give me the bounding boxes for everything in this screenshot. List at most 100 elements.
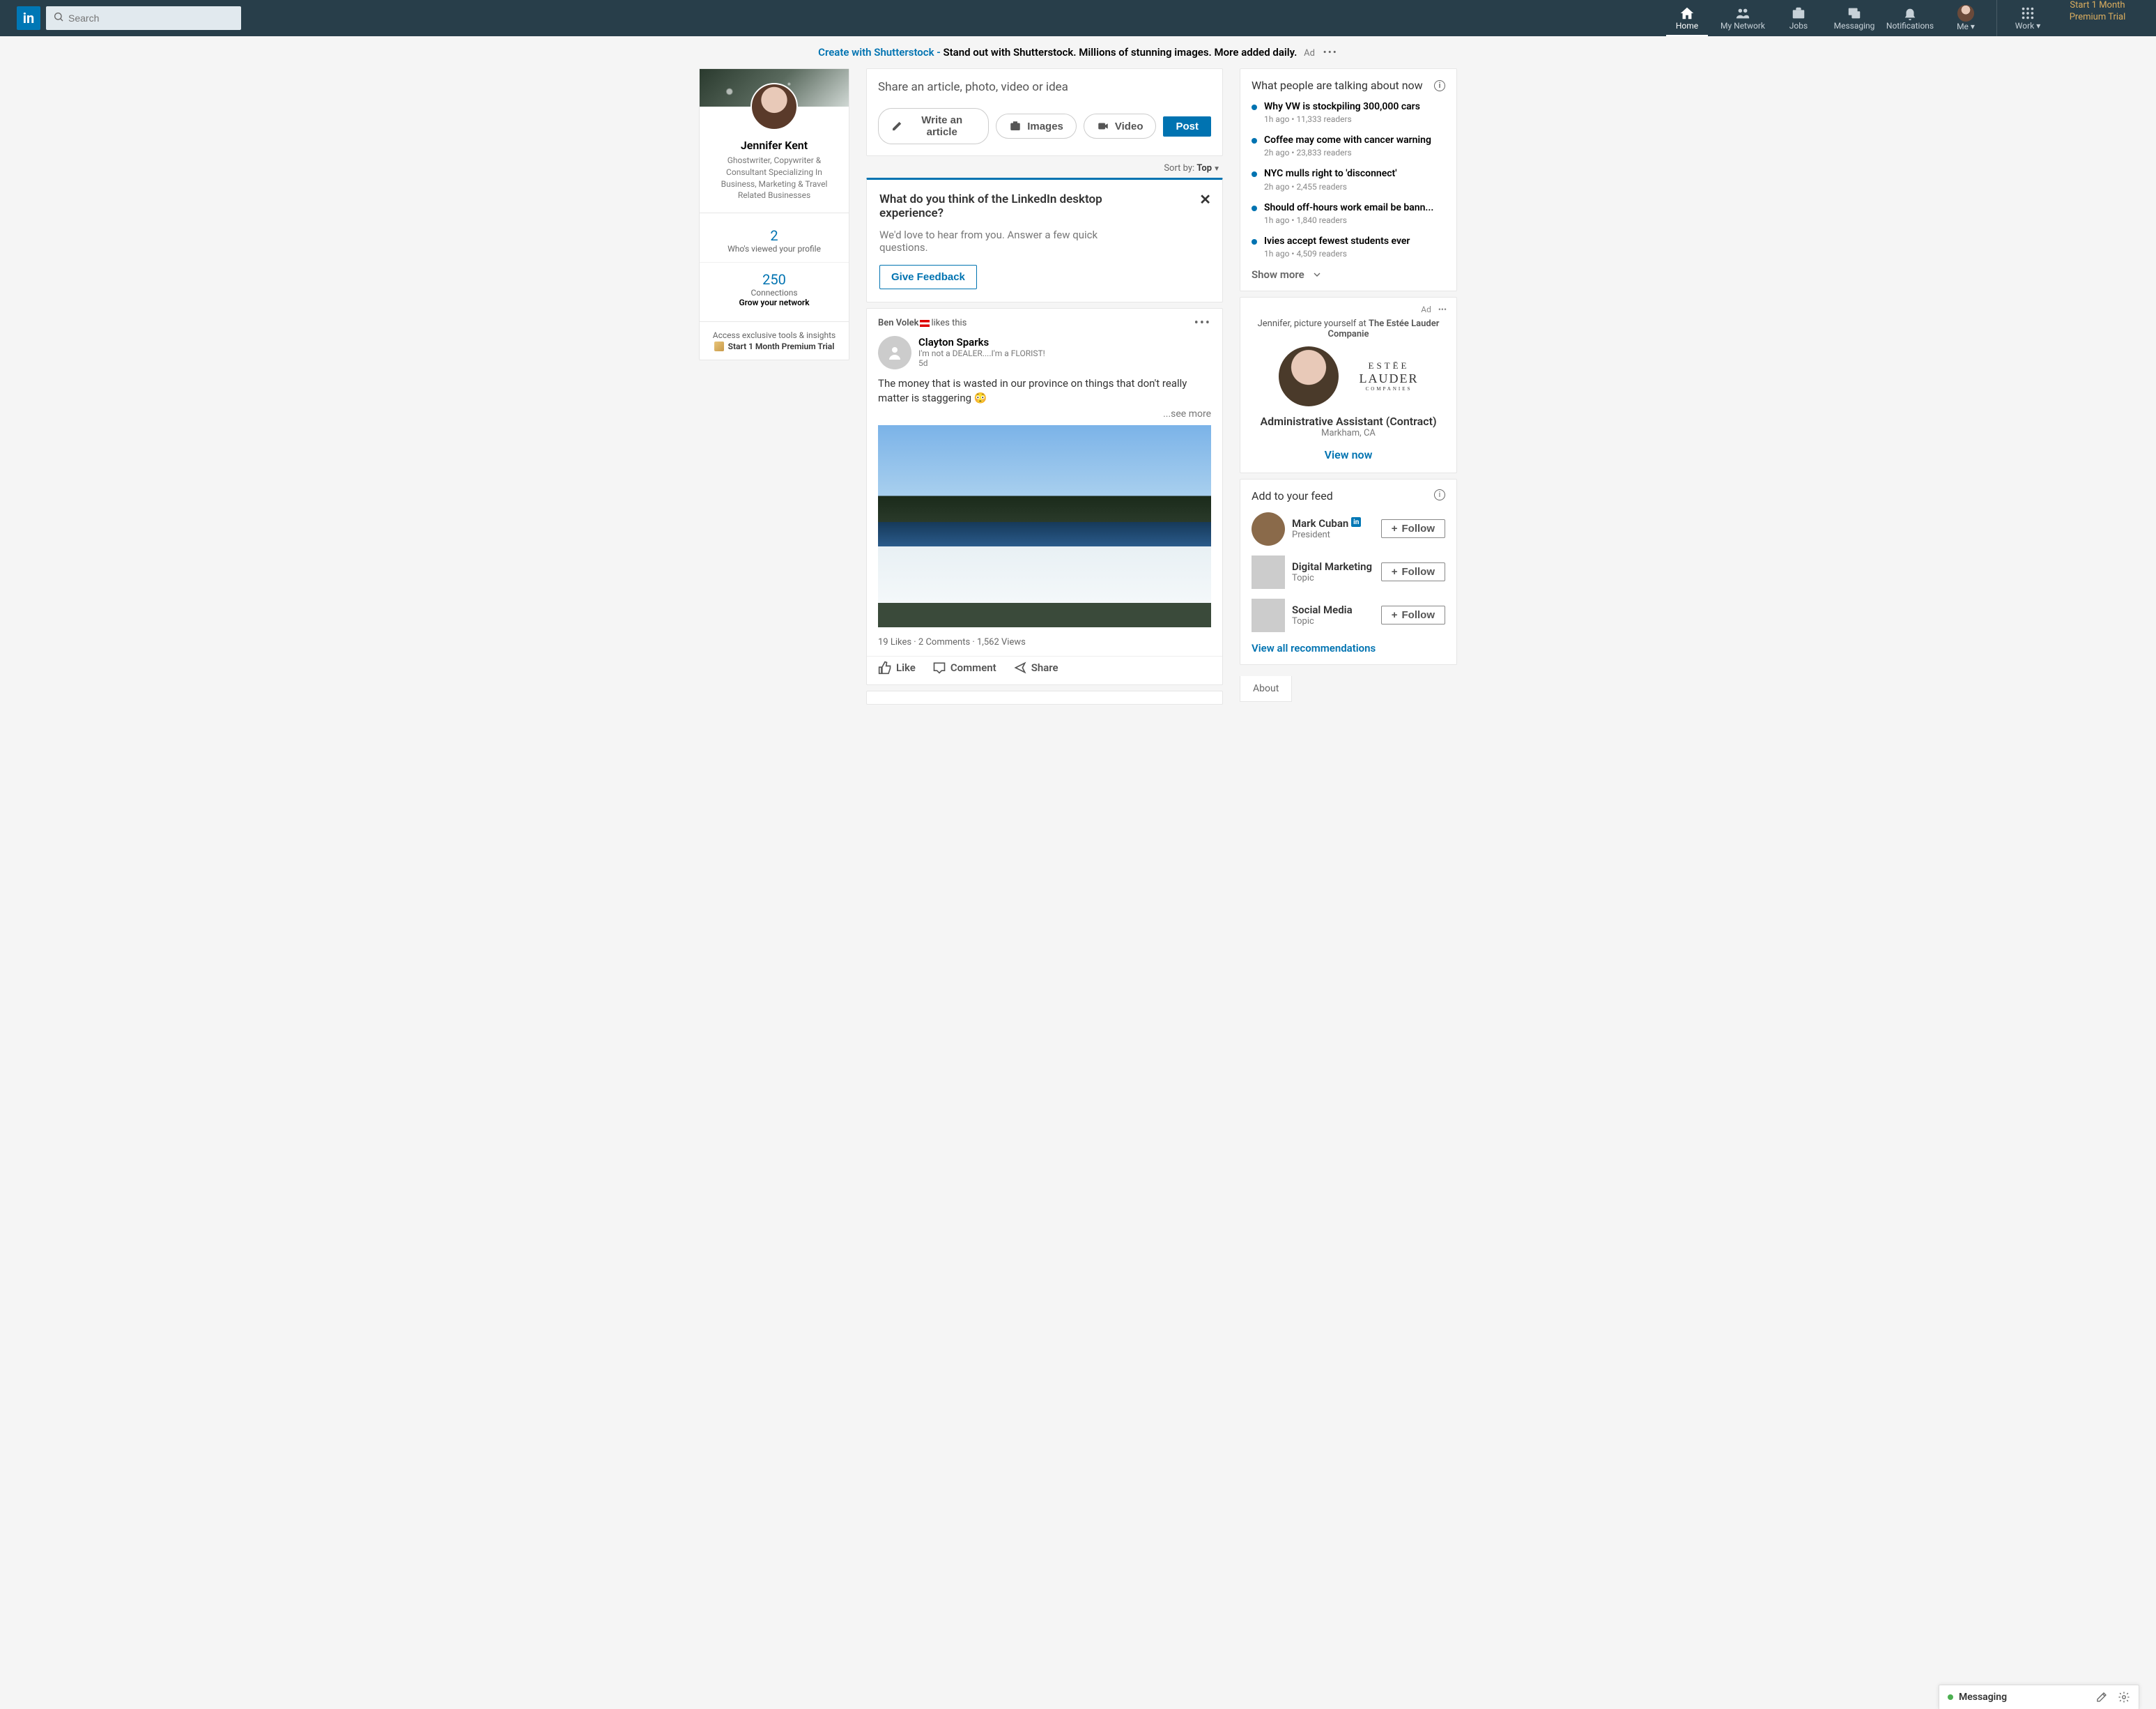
messaging-icon [1847, 6, 1862, 21]
feed-suggestion: Mark CubaninPresident +Follow [1252, 512, 1445, 546]
sort-label: Sort by: [1164, 163, 1196, 174]
view-now-link[interactable]: View now [1250, 448, 1447, 461]
search-box [46, 6, 241, 30]
ad-banner: Create with Shutterstock - Stand out wit… [0, 36, 2156, 68]
nav-notifications[interactable]: Notifications [1882, 0, 1938, 36]
write-article-button[interactable]: Write an article [878, 108, 989, 144]
follow-button[interactable]: +Follow [1381, 562, 1445, 581]
add-to-feed-heading: Add to your feed [1252, 489, 1333, 503]
comment-button[interactable]: Comment [932, 661, 996, 675]
news-meta: 1h ago • 11,333 readers [1264, 114, 1445, 124]
share-prompt[interactable]: Share an article, photo, video or idea [878, 80, 1211, 94]
company-logo: ESTĒE LAUDER COMPANIES [1360, 360, 1419, 392]
like-button[interactable]: Like [878, 661, 916, 675]
news-item[interactable]: Why VW is stockpiling 300,000 cars1h ago… [1252, 100, 1445, 124]
video-button[interactable]: Video [1084, 114, 1157, 139]
see-more-link[interactable]: ...see more [867, 408, 1222, 425]
news-item[interactable]: Coffee may come with cancer warning 2h ag… [1252, 134, 1445, 158]
suggestion-avatar[interactable] [1252, 512, 1285, 546]
about-tab[interactable]: About [1240, 676, 1292, 702]
follow-button[interactable]: +Follow [1381, 519, 1445, 538]
feed-suggestion: Digital MarketingTopic +Follow [1252, 555, 1445, 589]
premium-upsell-link[interactable]: Start 1 Month Premium Trial [2056, 0, 2139, 36]
messaging-dock[interactable]: Messaging [1939, 1685, 2139, 1709]
post-image[interactable] [878, 425, 1211, 627]
linkedin-logo[interactable]: in [17, 6, 40, 30]
plus-icon: + [1392, 609, 1398, 621]
news-title: Should off-hours work email be bann... [1264, 201, 1445, 214]
compose-icon[interactable] [2095, 1691, 2108, 1703]
feedback-text: We'd love to hear from you. Answer a few… [879, 229, 1116, 254]
images-button[interactable]: Images [996, 114, 1077, 139]
chevron-down-icon [1311, 269, 1323, 280]
info-icon[interactable]: i [1434, 489, 1445, 500]
nav-network[interactable]: My Network [1715, 0, 1771, 36]
ad-menu-icon[interactable]: ••• [1438, 305, 1447, 314]
nav-me[interactable]: Me ▾ [1938, 0, 1994, 36]
post-menu-icon[interactable]: ••• [1194, 316, 1211, 330]
nav-jobs[interactable]: Jobs [1771, 0, 1826, 36]
post-author-name[interactable]: Clayton Sparks [918, 336, 1045, 348]
news-meta: 1h ago • 1,840 readers [1264, 215, 1445, 225]
news-item[interactable]: NYC mulls right to 'disconnect'2h ago • … [1252, 167, 1445, 191]
nav-home[interactable]: Home [1659, 0, 1715, 36]
plus-icon: + [1392, 523, 1398, 535]
ad-tag: Ad [1304, 48, 1315, 59]
follow-button[interactable]: +Follow [1381, 606, 1445, 624]
show-more-button[interactable]: Show more [1252, 268, 1445, 281]
premium-line2: Start 1 Month Premium Trial [728, 342, 835, 351]
camera-icon [1009, 120, 1022, 132]
news-meta: 2h ago • 2,455 readers [1264, 182, 1445, 192]
close-icon[interactable]: ✕ [1199, 191, 1211, 208]
nav-messaging[interactable]: Messaging [1826, 0, 1882, 36]
give-feedback-button[interactable]: Give Feedback [879, 265, 977, 289]
suggestion-avatar[interactable] [1252, 599, 1285, 632]
gear-icon[interactable] [2118, 1691, 2130, 1703]
stat-label: Who's viewed your profile [700, 244, 849, 254]
suggestion-name[interactable]: Social Media [1292, 604, 1353, 616]
suggestion-avatar[interactable] [1252, 555, 1285, 589]
suggestion-name[interactable]: Digital Marketing [1292, 560, 1372, 573]
post-button[interactable]: Post [1163, 116, 1211, 137]
job-location: Markham, CA [1250, 428, 1447, 438]
search-input[interactable] [46, 6, 241, 30]
post-author-avatar[interactable] [878, 336, 911, 369]
news-item[interactable]: Ivies accept fewest students ever1h ago … [1252, 235, 1445, 259]
search-icon [53, 11, 64, 25]
home-icon [1679, 6, 1695, 21]
ad-link[interactable]: Create with Shutterstock - [818, 46, 943, 59]
stat-number: 250 [700, 271, 849, 288]
share-button[interactable]: Share [1013, 661, 1058, 675]
nav-home-label: Home [1676, 21, 1698, 31]
suggestion-name[interactable]: Mark Cubanin [1292, 517, 1361, 530]
post-social-actor[interactable]: Ben Volek [878, 318, 918, 328]
premium-upsell[interactable]: Access exclusive tools & insights Start … [700, 321, 849, 360]
sort-control[interactable]: Sort by: Top▼ [866, 156, 1223, 178]
suggestion-subtitle: President [1292, 530, 1361, 540]
view-all-link[interactable]: View all recommendations [1252, 642, 1445, 654]
job-ad-avatar [1279, 346, 1339, 406]
nav-me-label: Me ▾ [1957, 22, 1975, 31]
nav-messaging-label: Messaging [1834, 21, 1875, 31]
news-meta: 2h ago • 23,833 readers [1264, 148, 1445, 158]
news-title: Why VW is stockpiling 300,000 cars [1264, 100, 1445, 113]
ad-menu-icon[interactable]: ••• [1323, 46, 1338, 59]
profile-avatar[interactable] [750, 83, 798, 130]
thumbs-up-icon [878, 661, 892, 675]
share-box: Share an article, photo, video or idea W… [866, 68, 1223, 156]
post-stats[interactable]: 19 Likes · 2 Comments · 1,562 Views [867, 627, 1222, 653]
news-item[interactable]: Should off-hours work email be bann...1h… [1252, 201, 1445, 225]
sort-value: Top [1196, 163, 1212, 174]
profile-name[interactable]: Jennifer Kent [708, 139, 840, 152]
info-icon[interactable]: i [1434, 80, 1445, 91]
post-social-action: likes this [931, 318, 967, 328]
job-title: Administrative Assistant (Contract) [1250, 415, 1447, 428]
connections-stat[interactable]: 250 Connections Grow your network [700, 262, 849, 310]
news-title: Coffee may come with cancer warning [1264, 134, 1445, 146]
suggestion-subtitle: Topic [1292, 616, 1353, 627]
profile-views-stat[interactable]: 2 Who's viewed your profile [700, 224, 849, 256]
suggestion-subtitle: Topic [1292, 573, 1372, 583]
messaging-title: Messaging [1959, 1692, 2007, 1703]
add-to-feed-module: Add to your feed i Mark CubaninPresident … [1240, 479, 1457, 665]
nav-work[interactable]: Work ▾ [2000, 0, 2056, 36]
